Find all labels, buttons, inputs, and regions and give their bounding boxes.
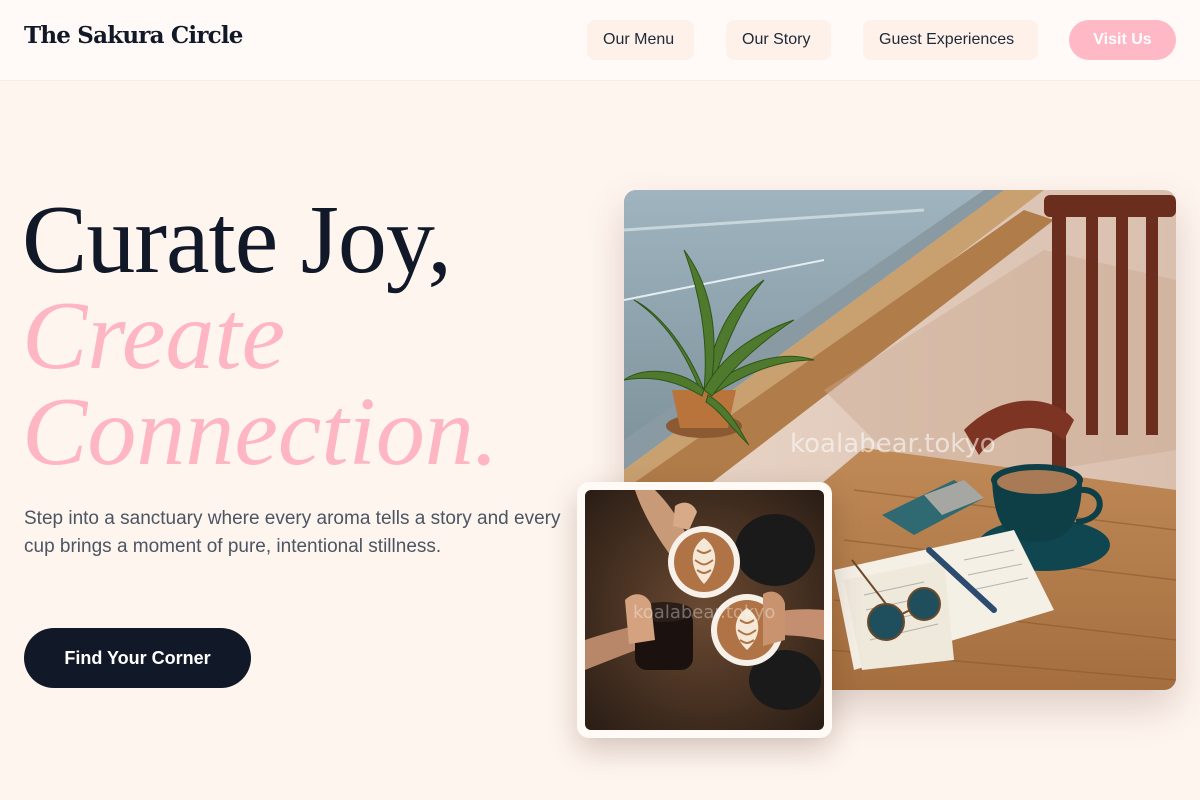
nav-link-guest-experiences[interactable]: Guest Experiences bbox=[863, 20, 1038, 60]
headline-line-3: Connection. bbox=[22, 378, 499, 486]
visit-us-button[interactable]: Visit Us bbox=[1069, 20, 1176, 60]
brand-logo[interactable]: The Sakura Circle bbox=[24, 22, 243, 49]
latte-toast-photo: koalabear.tokyo bbox=[577, 482, 832, 738]
top-navigation: The Sakura Circle Our Menu Our Story Gue… bbox=[0, 0, 1200, 80]
small-photo-watermark: koalabear.tokyo bbox=[633, 602, 775, 623]
hero-description: Step into a sanctuary where every aroma … bbox=[24, 508, 561, 557]
find-your-corner-button[interactable]: Find Your Corner bbox=[24, 628, 251, 688]
headline-line-2: Create bbox=[22, 282, 286, 390]
latte-toast-illustration: koalabear.tokyo bbox=[585, 490, 824, 730]
nav-link-our-menu[interactable]: Our Menu bbox=[587, 20, 694, 60]
headline-line-1: Curate Joy, bbox=[22, 186, 452, 294]
main-photo-watermark: koalabear.tokyo bbox=[790, 429, 996, 459]
hero-headline: Curate Joy, Create Connection. bbox=[22, 186, 499, 486]
nav-link-our-story[interactable]: Our Story bbox=[726, 20, 831, 60]
